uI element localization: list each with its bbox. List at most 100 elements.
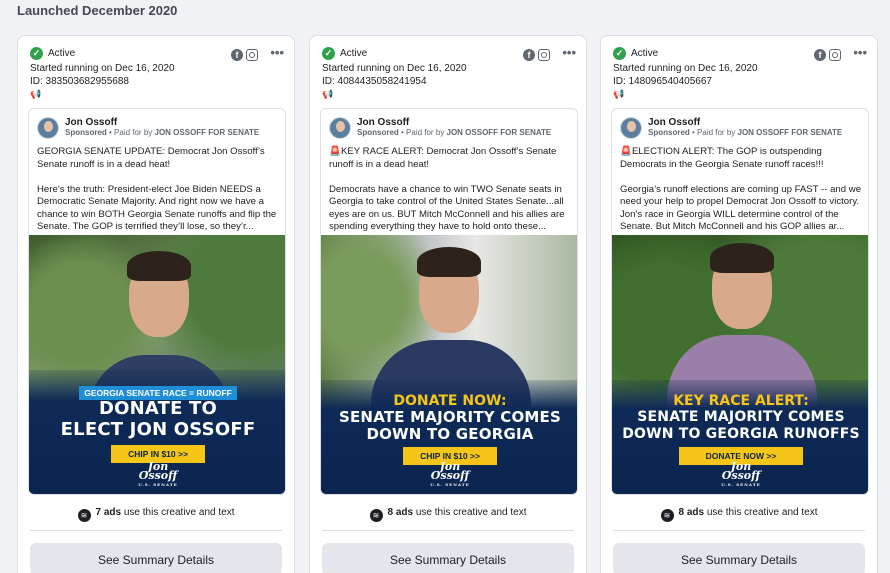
start-date: Started running on Dec 16, 2020 <box>322 63 467 74</box>
person-hair <box>710 243 774 273</box>
status-row: ✓ Active <box>322 47 367 60</box>
creative-headline-2: ELECT JON OSSOFF <box>60 419 256 440</box>
ad-text-paragraph: Democrats have a chance to win TWO Senat… <box>329 183 565 233</box>
ad-creative-image[interactable]: DONATE NOW: SENATE MAJORITY COMES DOWN T… <box>321 235 577 494</box>
see-summary-details-button[interactable]: See Summary Details <box>30 543 282 573</box>
campaign-logo: Jon Ossoff U.S. SENATE <box>721 461 761 489</box>
ads-count: 8 ads <box>678 507 705 518</box>
sponsored-label: Sponsored <box>65 128 107 137</box>
facebook-icon: f <box>523 49 535 61</box>
ad-preview[interactable]: Jon Ossoff Sponsored • Paid for by JON O… <box>320 108 578 495</box>
paid-by: JON OSSOFF FOR SENATE <box>154 128 260 137</box>
creative-yellow-headline: DONATE NOW: <box>393 393 507 409</box>
divider <box>613 530 865 531</box>
paid-prefix: • Paid for by <box>106 128 155 137</box>
ad-text-paragraph: 🚨ELECTION ALERT: The GOP is outspending … <box>620 146 824 170</box>
ad-card: ✓ Active Started running on Dec 16, 2020… <box>17 35 295 573</box>
ad-text-paragraph: Georgia’s runoff elections are coming up… <box>620 183 862 233</box>
sponsored-line: Sponsored • Paid for by JON OSSOFF FOR S… <box>357 128 551 137</box>
paid-by: JON OSSOFF FOR SENATE <box>737 128 843 137</box>
divider <box>322 530 574 531</box>
see-summary-details-button[interactable]: See Summary Details <box>322 543 574 573</box>
facebook-icon: f <box>231 49 243 61</box>
ads-suffix: use this creative and text <box>704 507 818 518</box>
ad-id: ID: 383503682955688 <box>30 76 129 87</box>
ad-text-paragraph: 🚨KEY RACE ALERT: Democrat Jon Ossoff’s S… <box>329 146 557 170</box>
status-row: ✓ Active <box>613 47 658 60</box>
logo-sub: U.S. SENATE <box>430 482 470 487</box>
creative-headline-2: DOWN TO GEORGIA RUNOFFS <box>622 426 860 442</box>
campaign-logo: Jon Ossoff U.S. SENATE <box>430 461 470 489</box>
ad-preview[interactable]: Jon Ossoff Sponsored • Paid for by JON O… <box>28 108 286 495</box>
avatar[interactable] <box>37 117 59 139</box>
page-name[interactable]: Jon Ossoff <box>65 117 117 128</box>
status-label: Active <box>340 48 368 59</box>
ad-body-text: 🚨ELECTION ALERT: The GOP is outspending … <box>620 146 864 246</box>
paid-prefix: • Paid for by <box>689 128 738 137</box>
more-options-icon[interactable]: ••• <box>853 45 867 60</box>
ads-suffix: use this creative and text <box>121 507 235 518</box>
ad-text-paragraph: GEORGIA SENATE UPDATE: Democrat Jon Osso… <box>37 146 265 170</box>
platform-icons: f <box>814 49 841 61</box>
check-circle-icon: ✓ <box>613 47 626 60</box>
instagram-icon <box>829 49 841 61</box>
more-options-icon[interactable]: ••• <box>562 45 576 60</box>
megaphone-icon: 📢 <box>613 89 625 99</box>
ad-text-paragraph: Here’s the truth: President-elect Joe Bi… <box>37 183 277 233</box>
ad-preview[interactable]: Jon Ossoff Sponsored • Paid for by JON O… <box>611 108 869 495</box>
logo-sub: U.S. SENATE <box>138 482 178 487</box>
logo-sub: U.S. SENATE <box>721 482 761 487</box>
avatar[interactable] <box>329 117 351 139</box>
person-hair <box>127 251 191 281</box>
check-circle-icon: ✓ <box>322 47 335 60</box>
start-date: Started running on Dec 16, 2020 <box>613 63 758 74</box>
status-label: Active <box>48 48 76 59</box>
person-hair <box>417 247 481 277</box>
creative-usage: ≋ 7 ads use this creative and text <box>18 507 294 522</box>
creative-stack-icon: ≋ <box>369 509 383 522</box>
megaphone-icon: 📢 <box>30 89 42 99</box>
creative-usage: ≋ 8 ads use this creative and text <box>310 507 586 522</box>
ads-suffix: use this creative and text <box>413 507 527 518</box>
avatar[interactable] <box>620 117 642 139</box>
ad-creative-image[interactable]: KEY RACE ALERT: SENATE MAJORITY COMES DO… <box>612 235 868 494</box>
sponsored-line: Sponsored • Paid for by JON OSSOFF FOR S… <box>65 128 259 137</box>
platform-icons: f <box>231 49 258 61</box>
status-row: ✓ Active <box>30 47 75 60</box>
creative-yellow-headline: KEY RACE ALERT: <box>673 393 809 409</box>
paid-by: JON OSSOFF FOR SENATE <box>446 128 552 137</box>
ads-count: 7 ads <box>95 507 122 518</box>
section-heading: Launched December 2020 <box>17 3 178 18</box>
page-name[interactable]: Jon Ossoff <box>357 117 409 128</box>
sponsored-label: Sponsored <box>357 128 399 137</box>
see-summary-details-button[interactable]: See Summary Details <box>613 543 865 573</box>
ad-id: ID: 148096540405667 <box>613 76 712 87</box>
sponsored-label: Sponsored <box>648 128 690 137</box>
creative-usage: ≋ 8 ads use this creative and text <box>601 507 877 522</box>
status-label: Active <box>631 48 659 59</box>
creative-headline-1: SENATE MAJORITY COMES <box>338 408 561 426</box>
start-date: Started running on Dec 16, 2020 <box>30 63 175 74</box>
divider <box>30 530 282 531</box>
platform-icons: f <box>523 49 550 61</box>
check-circle-icon: ✓ <box>30 47 43 60</box>
ad-body-text: 🚨KEY RACE ALERT: Democrat Jon Ossoff’s S… <box>329 146 573 246</box>
facebook-icon: f <box>814 49 826 61</box>
instagram-icon <box>246 49 258 61</box>
ad-creative-image[interactable]: GEORGIA SENATE RACE = RUNOFF DONATE TO E… <box>29 235 285 494</box>
paid-prefix: • Paid for by <box>398 128 447 137</box>
ads-count: 8 ads <box>387 507 414 518</box>
ad-id: ID: 4084435058241954 <box>322 76 427 87</box>
creative-headline-1: SENATE MAJORITY COMES <box>637 409 845 425</box>
creative-headline-2: DOWN TO GEORGIA <box>366 425 534 443</box>
megaphone-icon: 📢 <box>322 89 334 99</box>
instagram-icon <box>538 49 550 61</box>
campaign-logo: Jon Ossoff U.S. SENATE <box>138 461 178 489</box>
ad-card: ✓ Active Started running on Dec 16, 2020… <box>600 35 878 573</box>
sponsored-line: Sponsored • Paid for by JON OSSOFF FOR S… <box>648 128 842 137</box>
ad-card: ✓ Active Started running on Dec 16, 2020… <box>309 35 587 573</box>
more-options-icon[interactable]: ••• <box>270 45 284 60</box>
page-name[interactable]: Jon Ossoff <box>648 117 700 128</box>
creative-stack-icon: ≋ <box>660 509 674 522</box>
creative-stack-icon: ≋ <box>77 509 91 522</box>
